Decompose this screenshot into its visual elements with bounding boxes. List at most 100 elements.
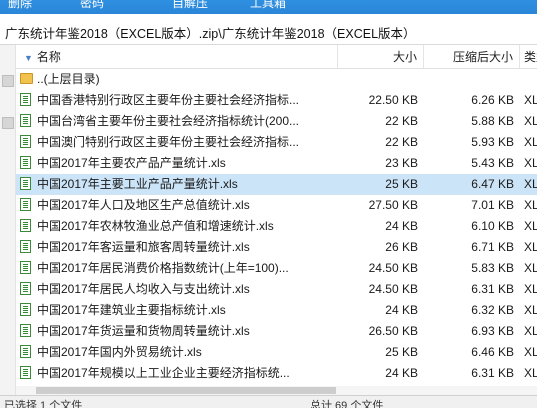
file-name: 中国2017年规模以上工业企业主要经济指标统...: [37, 366, 290, 380]
file-type: XLS: [524, 219, 537, 233]
excel-file-icon: [20, 219, 31, 232]
sort-arrow-icon: ▼: [24, 53, 33, 63]
file-size: 26 KB: [385, 240, 418, 254]
status-left: 已选择 1 个文件: [4, 400, 83, 408]
file-type: XLS: [524, 282, 537, 296]
column-size[interactable]: 大小: [338, 45, 424, 69]
file-row[interactable]: 中国2017年主要工业产品产量统计.xls 25 KB 6.47 KB XLS: [16, 174, 537, 195]
file-name: 中国2017年居民人均收入与支出统计.xls: [37, 282, 250, 296]
toolbar: 删除 密码 自解压 工具箱: [0, 0, 537, 14]
file-name: 中国2017年主要工业产品产量统计.xls: [37, 177, 238, 191]
file-name: 中国2017年货运量和货物周转量统计.xls: [37, 324, 250, 338]
excel-file-icon: [20, 303, 31, 316]
file-name: 中国2017年农林牧渔业总产值和增速统计.xls: [37, 219, 274, 233]
left-gutter: [0, 45, 16, 395]
file-size: 26.50 KB: [368, 324, 418, 338]
excel-file-icon: [20, 93, 31, 106]
column-name[interactable]: ▼ 名称: [16, 45, 338, 69]
file-name: 中国2017年人口及地区生产总值统计.xls: [37, 198, 250, 212]
file-size: 25 KB: [385, 345, 418, 359]
file-type: XLS: [524, 156, 537, 170]
excel-file-icon: [20, 114, 31, 127]
address-bar[interactable]: 广东统计年鉴2018（EXCEL版本）.zip\广东统计年鉴2018（EXCEL…: [0, 14, 537, 45]
file-row[interactable]: 中国2017年农林牧渔业总产值和增速统计.xls 24 KB 6.10 KB XLS: [16, 216, 537, 237]
excel-file-icon: [20, 282, 31, 295]
excel-file-icon: [20, 324, 31, 337]
file-compressed-size: 6.26 KB: [471, 93, 514, 107]
file-compressed-size: 5.93 KB: [471, 135, 514, 149]
status-right: 总计 69 个文件: [310, 400, 384, 408]
column-type[interactable]: 类型: [520, 45, 537, 69]
gutter-marker: [2, 75, 14, 87]
file-size: 25 KB: [385, 177, 418, 191]
file-type: XLS: [524, 240, 537, 254]
file-size: 24 KB: [385, 303, 418, 317]
status-bar: 已选择 1 个文件 总计 69 个文件: [0, 395, 537, 408]
file-size: 24 KB: [385, 219, 418, 233]
excel-file-icon: [20, 240, 31, 253]
file-name: 中国澳门特别行政区主要年份主要社会经济指标...: [37, 135, 300, 149]
file-name: 中国2017年建筑业主要指标统计.xls: [37, 303, 226, 317]
sfx-button[interactable]: 自解压: [172, 0, 208, 11]
file-type: XLS: [524, 261, 537, 275]
file-row[interactable]: 中国台湾省主要年份主要社会经济指标统计(200... 22 KB 5.88 KB XL…: [16, 111, 537, 132]
folder-icon: [20, 73, 33, 84]
excel-file-icon: [20, 198, 31, 211]
file-type: XLS: [524, 114, 537, 128]
file-row[interactable]: 中国2017年居民消费价格指数统计(上年=100)... 24.50 KB 5.83…: [16, 258, 537, 279]
file-compressed-size: 6.47 KB: [471, 177, 514, 191]
file-row[interactable]: 中国2017年居民人均收入与支出统计.xls 24.50 KB 6.31 KB XLS: [16, 279, 537, 300]
file-name: 中国2017年客运量和旅客周转量统计.xls: [37, 240, 250, 254]
excel-file-icon: [20, 366, 31, 379]
file-row[interactable]: 中国2017年货运量和货物周转量统计.xls 26.50 KB 6.93 KB XLS: [16, 321, 537, 342]
file-size: 24.50 KB: [368, 282, 418, 296]
file-name: 中国2017年国内外贸易统计.xls: [37, 345, 202, 359]
file-row[interactable]: 中国2017年规模以上工业企业主要经济指标统... 24 KB 6.31 KB XLS: [16, 363, 537, 384]
file-type: XLS: [524, 303, 537, 317]
file-compressed-size: 6.31 KB: [471, 282, 514, 296]
file-row[interactable]: 中国2017年建筑业主要指标统计.xls 24 KB 6.32 KB XLS: [16, 300, 537, 321]
file-type: XLS: [524, 93, 537, 107]
excel-file-icon: [20, 135, 31, 148]
file-size: 22.50 KB: [368, 93, 418, 107]
file-size: 24.50 KB: [368, 261, 418, 275]
file-compressed-size: 6.71 KB: [471, 240, 514, 254]
excel-file-icon: [20, 261, 31, 274]
file-row[interactable]: 中国2017年主要农产品产量统计.xls 23 KB 5.43 KB XLS: [16, 153, 537, 174]
column-header: ▼名称 大小 压缩后大小 类型: [16, 45, 537, 69]
file-name: 中国香港特别行政区主要年份主要社会经济指标...: [37, 93, 300, 107]
file-list: ..(上层目录) 中国香港特别行政区主要年份主要社会经济指标... 22.50 K…: [16, 69, 537, 384]
file-name: 中国台湾省主要年份主要社会经济指标统计(200...: [37, 114, 300, 128]
file-name: 中国2017年居民消费价格指数统计(上年=100)...: [37, 261, 289, 275]
file-row[interactable]: 中国2017年客运量和旅客周转量统计.xls 26 KB 6.71 KB XLS: [16, 237, 537, 258]
excel-file-icon: [20, 345, 31, 358]
file-compressed-size: 5.88 KB: [471, 114, 514, 128]
delete-button[interactable]: 删除: [8, 0, 32, 11]
file-row[interactable]: 中国2017年人口及地区生产总值统计.xls 27.50 KB 7.01 KB XLS: [16, 195, 537, 216]
file-type: XLS: [524, 366, 537, 380]
file-row[interactable]: 中国2017年国内外贸易统计.xls 25 KB 6.46 KB XLS: [16, 342, 537, 363]
file-name: 中国2017年主要农产品产量统计.xls: [37, 156, 226, 170]
toolbox-button[interactable]: 工具箱: [250, 0, 286, 11]
scrollbar-thumb[interactable]: [36, 387, 336, 394]
file-row[interactable]: 中国澳门特别行政区主要年份主要社会经济指标... 22 KB 5.93 KB XLS: [16, 132, 537, 153]
file-type: XLS: [524, 135, 537, 149]
excel-file-icon: [20, 156, 31, 169]
file-compressed-size: 6.32 KB: [471, 303, 514, 317]
file-compressed-size: 6.46 KB: [471, 345, 514, 359]
file-compressed-size: 5.43 KB: [471, 156, 514, 170]
file-row[interactable]: 中国香港特别行政区主要年份主要社会经济指标... 22.50 KB 6.26 KB X…: [16, 90, 537, 111]
archive-path: 广东统计年鉴2018（EXCEL版本）.zip\广东统计年鉴2018（EXCEL…: [5, 27, 416, 41]
file-compressed-size: 6.93 KB: [471, 324, 514, 338]
column-compressed-size[interactable]: 压缩后大小: [424, 45, 520, 69]
horizontal-scrollbar[interactable]: [16, 386, 537, 395]
file-compressed-size: 5.83 KB: [471, 261, 514, 275]
password-button[interactable]: 密码: [80, 0, 104, 11]
file-compressed-size: 7.01 KB: [471, 198, 514, 212]
file-type: XLS: [524, 198, 537, 212]
file-size: 22 KB: [385, 114, 418, 128]
file-type: XLS: [524, 177, 537, 191]
file-type: XLS: [524, 345, 537, 359]
parent-directory-row[interactable]: ..(上层目录): [16, 69, 537, 90]
file-size: 22 KB: [385, 135, 418, 149]
